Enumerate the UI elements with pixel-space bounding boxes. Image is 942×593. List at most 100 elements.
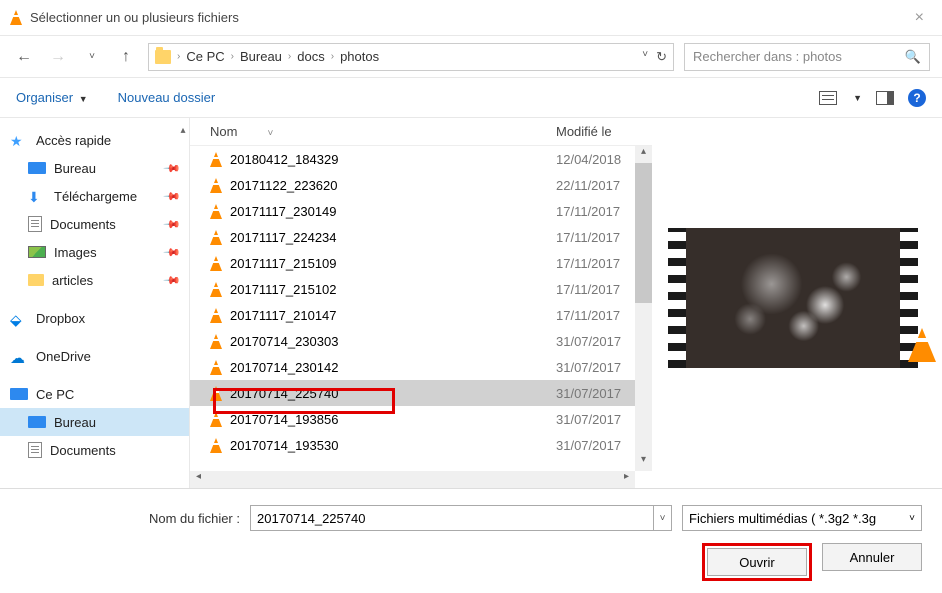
pc-icon xyxy=(10,388,28,400)
help-icon[interactable]: ? xyxy=(908,89,926,107)
file-list: Nom˅ Modifié le 20180412_184329 12/04/201… xyxy=(190,118,652,488)
file-date: 17/11/2017 xyxy=(556,256,636,271)
dropbox-icon: ⬙ xyxy=(10,311,28,325)
file-name: 20171117_215109 xyxy=(230,256,337,271)
vlc-icon xyxy=(210,438,222,453)
sidebar-scroll-up[interactable]: ▴ xyxy=(177,118,189,142)
scroll-down-icon[interactable]: ▾ xyxy=(635,454,652,471)
file-row[interactable]: 20171117_224234 17/11/2017 xyxy=(190,224,652,250)
filetype-filter[interactable]: Fichiers multimédias ( *.3g2 *.3g˅ xyxy=(682,505,922,531)
filename-dropdown-icon[interactable]: ˅ xyxy=(654,505,672,531)
crumb-photos[interactable]: photos xyxy=(340,49,379,64)
file-row[interactable]: 20171117_215109 17/11/2017 xyxy=(190,250,652,276)
pin-icon: 📌 xyxy=(163,271,182,290)
scroll-right-icon[interactable]: ▸ xyxy=(618,471,635,488)
file-row[interactable]: 20170714_19353031/07/2017 xyxy=(190,432,652,458)
sidebar-dropbox[interactable]: ⬙Dropbox xyxy=(0,304,189,332)
view-dropdown-icon[interactable]: ▼ xyxy=(853,93,862,103)
sidebar-item-images[interactable]: Images📌 xyxy=(0,238,189,266)
organize-menu[interactable]: Organiser ▼ xyxy=(16,90,88,105)
horizontal-scrollbar[interactable]: ◂ ▸ xyxy=(190,471,635,488)
close-icon[interactable]: × xyxy=(907,5,932,31)
vlc-icon xyxy=(210,230,222,245)
file-row[interactable]: 20170714_22574031/07/2017 xyxy=(190,380,652,406)
sidebar-item-downloads[interactable]: ⬇Téléchargeme📌 xyxy=(0,182,189,210)
chevron-down-icon[interactable]: ˅ xyxy=(80,51,104,62)
sidebar-quick-access[interactable]: ★Accès rapide xyxy=(0,126,189,154)
file-row[interactable]: 20180412_184329 12/04/2018 xyxy=(190,146,652,172)
up-button[interactable]: ↑ xyxy=(114,48,138,66)
view-icon[interactable] xyxy=(819,91,837,105)
file-row[interactable]: 20170714_23014231/07/2017 xyxy=(190,354,652,380)
file-row[interactable]: 20170714_230303 31/07/2017 xyxy=(190,328,652,354)
vlc-icon xyxy=(210,308,222,323)
file-date: 22/11/2017 xyxy=(556,178,636,193)
vlc-icon xyxy=(210,152,222,167)
file-date: 12/04/2018 xyxy=(556,152,636,167)
file-date: 31/07/2017 xyxy=(556,412,636,427)
pin-icon: 📌 xyxy=(163,159,182,178)
file-name: 20180412_184329 xyxy=(230,152,338,167)
column-name[interactable]: Nom˅ xyxy=(210,124,556,139)
document-icon xyxy=(28,442,42,458)
preview-pane-icon[interactable] xyxy=(876,91,894,105)
new-folder-button[interactable]: Nouveau dossier xyxy=(118,90,216,105)
scroll-thumb[interactable] xyxy=(635,163,652,303)
sidebar-cepc[interactable]: Ce PC xyxy=(0,380,189,408)
folder-icon xyxy=(28,274,44,286)
vlc-icon xyxy=(210,386,222,401)
column-modified[interactable]: Modifié le xyxy=(556,124,636,139)
vertical-scrollbar[interactable]: ▴ ▾ xyxy=(635,146,652,471)
column-headers[interactable]: Nom˅ Modifié le xyxy=(190,118,652,146)
file-date: 17/11/2017 xyxy=(556,282,636,297)
bottom-bar: Nom du fichier : ˅ Fichiers multimédias … xyxy=(0,488,942,593)
cancel-button[interactable]: Annuler xyxy=(822,543,922,571)
file-date: 17/11/2017 xyxy=(556,308,636,323)
file-date: 31/07/2017 xyxy=(556,438,636,453)
file-row[interactable]: 20171117_23014917/11/2017 xyxy=(190,198,652,224)
chevron-right-icon: › xyxy=(177,51,180,62)
forward-button[interactable]: → xyxy=(46,48,70,66)
preview-pane xyxy=(652,118,942,488)
pin-icon: 📌 xyxy=(163,243,182,262)
vlc-icon xyxy=(210,334,222,349)
vlc-icon xyxy=(210,178,222,193)
sidebar-onedrive[interactable]: ☁OneDrive xyxy=(0,342,189,370)
refresh-icon[interactable]: ↻ xyxy=(656,49,667,65)
crumb-bureau[interactable]: Bureau xyxy=(240,49,282,64)
open-button[interactable]: Ouvrir xyxy=(707,548,807,576)
vlc-icon xyxy=(210,204,222,219)
filename-input[interactable] xyxy=(250,505,654,531)
highlight-annotation: Ouvrir xyxy=(702,543,812,581)
file-date: 31/07/2017 xyxy=(556,334,636,349)
nav-bar: ← → ˅ ↑ › Ce PC › Bureau › docs › photos… xyxy=(0,36,942,78)
pin-icon: 📌 xyxy=(163,187,182,206)
file-date: 17/11/2017 xyxy=(556,230,636,245)
sidebar: ▴ ★Accès rapide Bureau📌 ⬇Téléchargeme📌 D… xyxy=(0,118,190,488)
file-row[interactable]: 20170714_19385631/07/2017 xyxy=(190,406,652,432)
document-icon xyxy=(28,216,42,232)
sidebar-item-articles[interactable]: articles📌 xyxy=(0,266,189,294)
file-name: 20171117_224234 xyxy=(230,230,337,245)
video-thumbnail xyxy=(668,228,918,368)
sidebar-item-bureau[interactable]: Bureau📌 xyxy=(0,154,189,182)
scroll-left-icon[interactable]: ◂ xyxy=(190,471,207,488)
sidebar-item-bureau-pc[interactable]: Bureau xyxy=(0,408,189,436)
toolbar: Organiser ▼ Nouveau dossier ▼ ? xyxy=(0,78,942,118)
breadcrumb[interactable]: › Ce PC › Bureau › docs › photos ˅ ↻ xyxy=(148,43,674,71)
scroll-up-icon[interactable]: ▴ xyxy=(635,146,652,163)
file-row[interactable]: 20171122_22362022/11/2017 xyxy=(190,172,652,198)
crumb-cepc[interactable]: Ce PC xyxy=(186,49,224,64)
crumb-docs[interactable]: docs xyxy=(297,49,324,64)
back-button[interactable]: ← xyxy=(12,48,36,66)
file-row[interactable]: 20171117_21510217/11/2017 xyxy=(190,276,652,302)
file-name: 20170714_225740 xyxy=(230,386,338,401)
main-area: ▴ ★Accès rapide Bureau📌 ⬇Téléchargeme📌 D… xyxy=(0,118,942,488)
search-input[interactable]: Rechercher dans : photos 🔍 xyxy=(684,43,930,71)
breadcrumb-dropdown-icon[interactable]: ˅ xyxy=(642,49,648,65)
file-name: 20170714_230303 xyxy=(230,334,338,349)
desktop-icon xyxy=(28,162,46,174)
sidebar-item-documents-pc[interactable]: Documents xyxy=(0,436,189,464)
file-row[interactable]: 20171117_21014717/11/2017 xyxy=(190,302,652,328)
sidebar-item-documents[interactable]: Documents📌 xyxy=(0,210,189,238)
